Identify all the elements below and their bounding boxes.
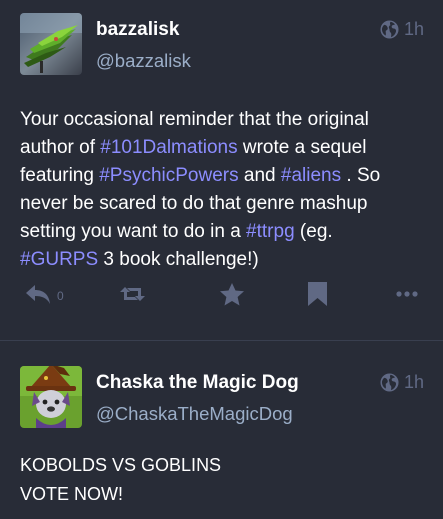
display-name[interactable]: Chaska the Magic Dog (96, 371, 354, 395)
timestamp[interactable]: 1h (380, 19, 424, 40)
status-post[interactable]: Chaska the Magic Dog @ChaskaTheMagicDog … (0, 341, 443, 519)
hashtag-link[interactable]: #PsychicPowers (99, 165, 238, 186)
display-name[interactable]: bazzalisk (96, 18, 354, 42)
status-text-run: 3 book challenge!) (98, 249, 259, 270)
bookmark-button[interactable] (308, 280, 327, 308)
reply-icon (26, 284, 50, 304)
ellipsis-icon (396, 291, 418, 297)
hashtag-link[interactable]: #GURPS (20, 249, 98, 270)
boost-icon (120, 287, 145, 301)
account-names[interactable]: Chaska the Magic Dog @ChaskaTheMagicDog (96, 371, 354, 426)
avatar-image (20, 366, 82, 428)
status-text-run: (eg. (299, 221, 333, 242)
timestamp-text: 1h (403, 19, 424, 39)
status-header: Chaska the Magic Dog @ChaskaTheMagicDog … (20, 366, 424, 428)
status-post[interactable]: bazzalisk @bazzalisk 1h Your occasional … (0, 0, 443, 341)
reply-button[interactable]: 0 (26, 280, 64, 308)
avatar-image (20, 13, 82, 75)
more-button[interactable] (396, 280, 418, 308)
star-icon (220, 282, 244, 305)
status-content: Your occasional reminder that the origin… (20, 106, 424, 274)
hashtag-link[interactable]: #aliens (281, 165, 341, 186)
account-handle[interactable]: @ChaskaTheMagicDog (96, 402, 354, 426)
globe-icon (380, 20, 399, 39)
hashtag-link[interactable]: #101Dalmations (100, 137, 237, 158)
reply-count: 0 (57, 289, 64, 303)
boost-button[interactable] (120, 280, 145, 308)
timestamp-text: 1h (403, 372, 424, 392)
favourite-button[interactable] (220, 280, 244, 308)
timestamp[interactable]: 1h (380, 372, 424, 393)
status-text-run: KOBOLDS VS GOBLINS VOTE NOW! (20, 455, 222, 504)
globe-icon (380, 373, 399, 392)
status-text: Your occasional reminder that the origin… (20, 106, 424, 274)
account-handle[interactable]: @bazzalisk (96, 49, 354, 73)
account-names[interactable]: bazzalisk @bazzalisk (96, 18, 354, 73)
action-bar: 0 (20, 280, 424, 308)
status-header: bazzalisk @bazzalisk 1h (20, 13, 424, 77)
status-content: KOBOLDS VS GOBLINS VOTE NOW! (20, 451, 424, 509)
avatar[interactable] (20, 366, 82, 428)
status-text: KOBOLDS VS GOBLINS VOTE NOW! (20, 451, 424, 509)
avatar[interactable] (20, 13, 82, 75)
bookmark-icon (308, 282, 327, 306)
status-text-run: and (238, 165, 281, 186)
hashtag-link[interactable]: #ttrpg (246, 221, 295, 242)
